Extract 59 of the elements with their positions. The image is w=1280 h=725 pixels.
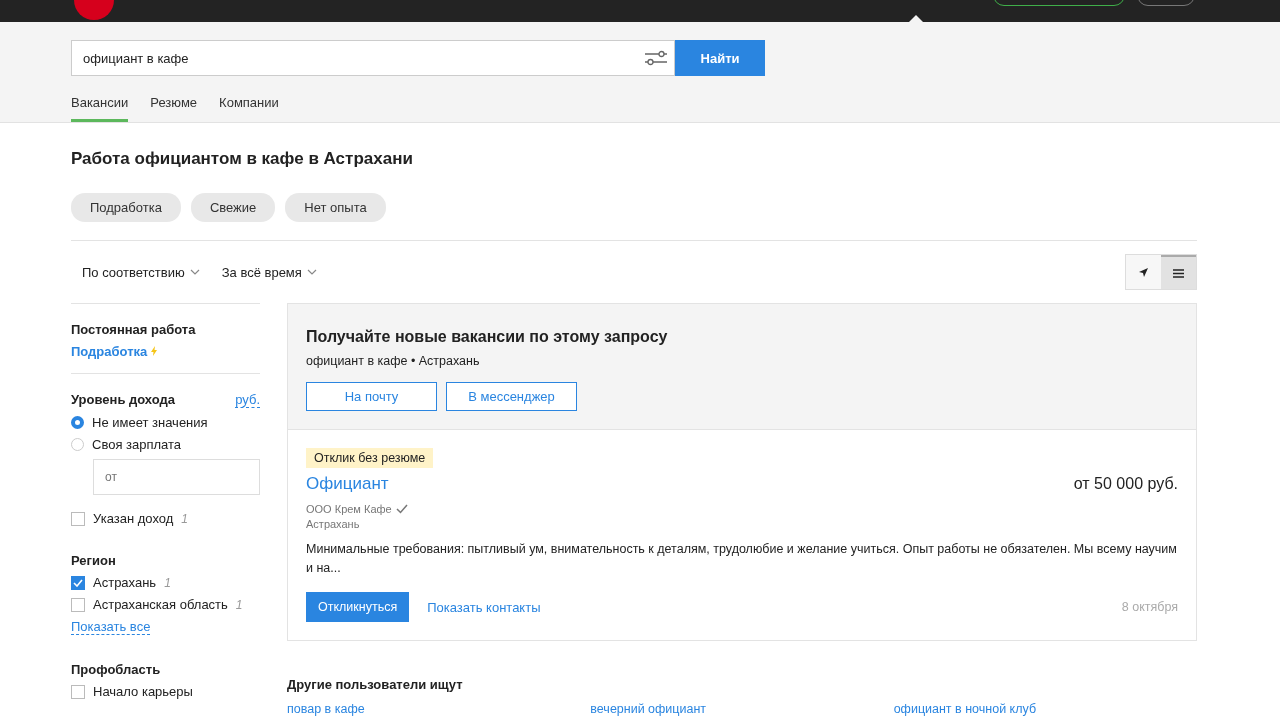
section-title: Уровень дохода xyxy=(71,392,175,408)
view-toggle-button[interactable] xyxy=(1161,255,1196,289)
related-title: Другие пользователи ищут xyxy=(287,677,464,692)
tab[interactable]: Резюме xyxy=(150,88,198,122)
radio-button[interactable] xyxy=(71,438,84,451)
vacancy-title-link[interactable]: Официант xyxy=(306,474,389,494)
show-contacts-link[interactable]: Показать контакты xyxy=(427,599,541,615)
count: 1 xyxy=(181,511,188,526)
sort-dropdown[interactable]: По соответствию xyxy=(82,264,200,280)
related-search-link[interactable]: официант в ночной клуб xyxy=(893,702,1037,716)
filter-chip[interactable]: Нет опыта xyxy=(285,193,386,222)
count: 1 xyxy=(164,575,171,590)
option-label: Своя зарплата xyxy=(92,437,182,452)
salary-input-field[interactable]: от xyxy=(93,459,260,495)
subscribe-title: Получайте новые вакансии по этому запросу xyxy=(306,328,669,346)
checkbox[interactable] xyxy=(71,575,85,590)
menu-icon xyxy=(1173,268,1184,278)
company-name: ООО Крем Кафе xyxy=(306,503,392,515)
city: Астрахань xyxy=(306,518,361,530)
vacancy-description: Минимальные требования: пытливый ум, внимательность к деталям, трудолюбие и желание учиться. Опыт работы не обязателен. Мы всему научим и на... xyxy=(306,541,1178,577)
filter-chip[interactable]: Подработка xyxy=(71,193,181,222)
sort-dropdown[interactable]: За всё время xyxy=(221,264,317,280)
radio-button[interactable] xyxy=(71,416,84,429)
filter-chip[interactable]: Свежие xyxy=(190,193,276,222)
page-title: Работа официантом в кафе в Астрахани xyxy=(71,149,414,169)
show-all-link[interactable]: Показать все xyxy=(71,619,151,635)
apply-button[interactable]: Откликнуться xyxy=(306,592,410,622)
vacancy-date: 8 октября xyxy=(1121,600,1178,614)
filter-sliders-icon[interactable] xyxy=(645,50,667,66)
related-search-link[interactable]: вечерний официант xyxy=(590,702,707,716)
checkbox[interactable] xyxy=(71,511,85,526)
vacancy-badge: Отклик без резюме xyxy=(306,448,434,468)
option-label: Указан доход xyxy=(93,511,174,526)
navigation-arrow-icon xyxy=(1138,266,1149,278)
checkbox[interactable] xyxy=(71,597,85,612)
currency-link[interactable]: руб. xyxy=(235,392,260,408)
tab[interactable]: Вакансии xyxy=(71,88,129,122)
checkbox[interactable] xyxy=(71,684,85,699)
section-title: Постоянная работа xyxy=(71,322,196,337)
section-title: Профобласть xyxy=(71,662,161,677)
option-label: Астрахань xyxy=(93,575,157,590)
search-button[interactable]: Найти xyxy=(675,40,765,76)
section-title: Регион xyxy=(71,553,116,568)
salary: от 50 000 руб. xyxy=(1073,475,1178,493)
option-label: Начало карьеры xyxy=(93,684,193,699)
search-field[interactable]: официант в кафе xyxy=(71,40,675,76)
subscribe-button[interactable]: В мессенджер xyxy=(446,382,577,411)
count: 1 xyxy=(235,597,243,612)
chevron-down-icon xyxy=(189,269,200,275)
view-toggle-button[interactable] xyxy=(1126,255,1161,289)
tab[interactable]: Компании xyxy=(219,88,279,122)
subscribe-button[interactable]: На почту xyxy=(306,382,437,411)
query-text: официант в кафе • Астрахань xyxy=(306,354,481,368)
option-label: Не имеет значения xyxy=(92,415,208,430)
part-time-link[interactable]: Подработка xyxy=(71,344,148,359)
lightning-icon xyxy=(150,346,157,356)
option-label: Астраханская область xyxy=(93,597,228,612)
related-search-link[interactable]: повар в кафе xyxy=(287,702,365,716)
chevron-down-icon xyxy=(306,269,317,275)
